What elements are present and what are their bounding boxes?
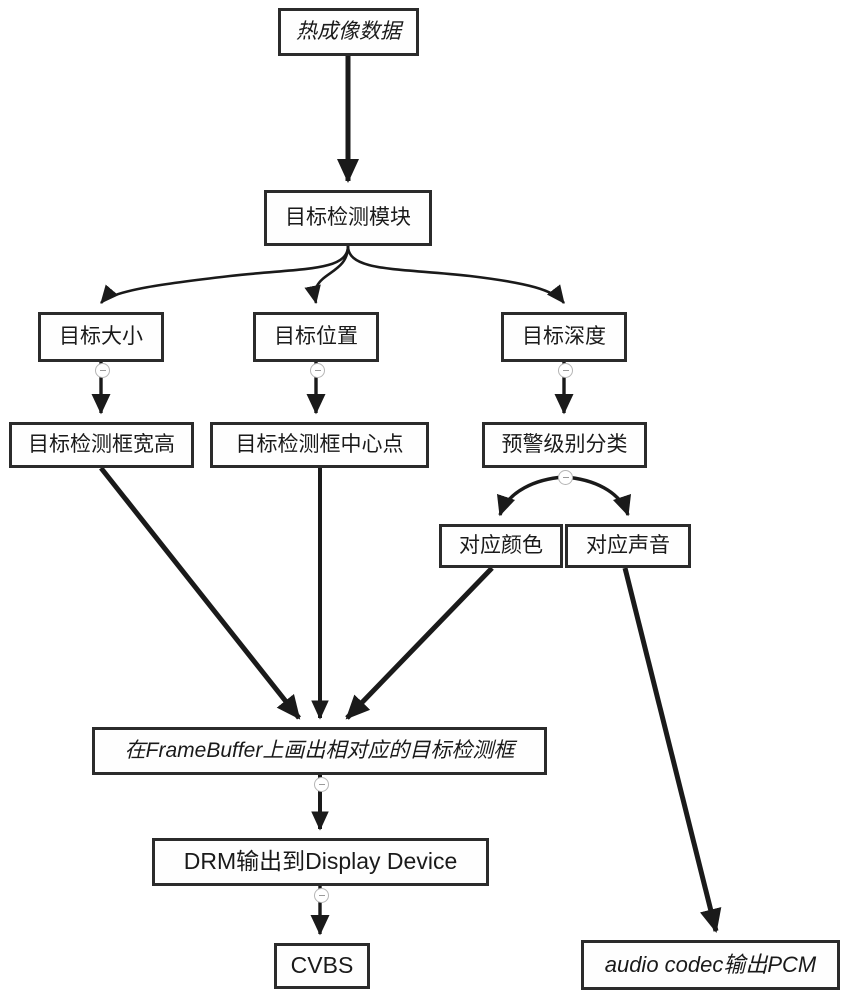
node-target-size[interactable]: 目标大小: [38, 312, 164, 362]
node-alarm-level[interactable]: 预警级别分类: [482, 422, 647, 468]
collapse-handle-framebuffer-drm[interactable]: [314, 777, 329, 792]
edge-alarm-to-color: [497, 475, 565, 517]
edge-detect-to-size: [100, 245, 350, 304]
edge-detect-to-position: [304, 245, 350, 305]
edge-boxwh-to-framebuffer: [99, 466, 301, 720]
collapse-handle-size-boxwh[interactable]: [95, 363, 110, 378]
edge-color-to-framebuffer: [345, 566, 494, 720]
edge-alarm-to-sound: [563, 475, 631, 517]
collapse-handle-drm-cvbs[interactable]: [314, 888, 329, 903]
collapse-handle-position-boxcenter[interactable]: [310, 363, 325, 378]
edge-sound-to-audio: [622, 567, 722, 933]
node-sound-map[interactable]: 对应声音: [565, 524, 691, 568]
edge-detect-to-depth: [346, 245, 566, 304]
node-color-map[interactable]: 对应颜色: [439, 524, 563, 568]
node-thermal-data[interactable]: 热成像数据: [278, 8, 419, 56]
node-cvbs[interactable]: CVBS: [274, 943, 370, 989]
node-drm-output[interactable]: DRM输出到Display Device: [152, 838, 489, 886]
node-target-position[interactable]: 目标位置: [253, 312, 379, 362]
node-audio-codec[interactable]: audio codec输出PCM: [581, 940, 840, 990]
collapse-handle-alarm-children[interactable]: [558, 470, 573, 485]
node-box-center[interactable]: 目标检测框中心点: [210, 422, 429, 468]
flowchart-canvas: 热成像数据 目标检测模块 目标大小 目标位置 目标深度 目标检测框宽高 目标检测…: [0, 0, 849, 1000]
node-detect-module[interactable]: 目标检测模块: [264, 190, 432, 246]
node-target-depth[interactable]: 目标深度: [501, 312, 627, 362]
node-box-wh[interactable]: 目标检测框宽高: [9, 422, 194, 468]
node-framebuffer-draw[interactable]: 在FrameBuffer上画出相对应的目标检测框: [92, 727, 547, 775]
collapse-handle-depth-alarm[interactable]: [558, 363, 573, 378]
